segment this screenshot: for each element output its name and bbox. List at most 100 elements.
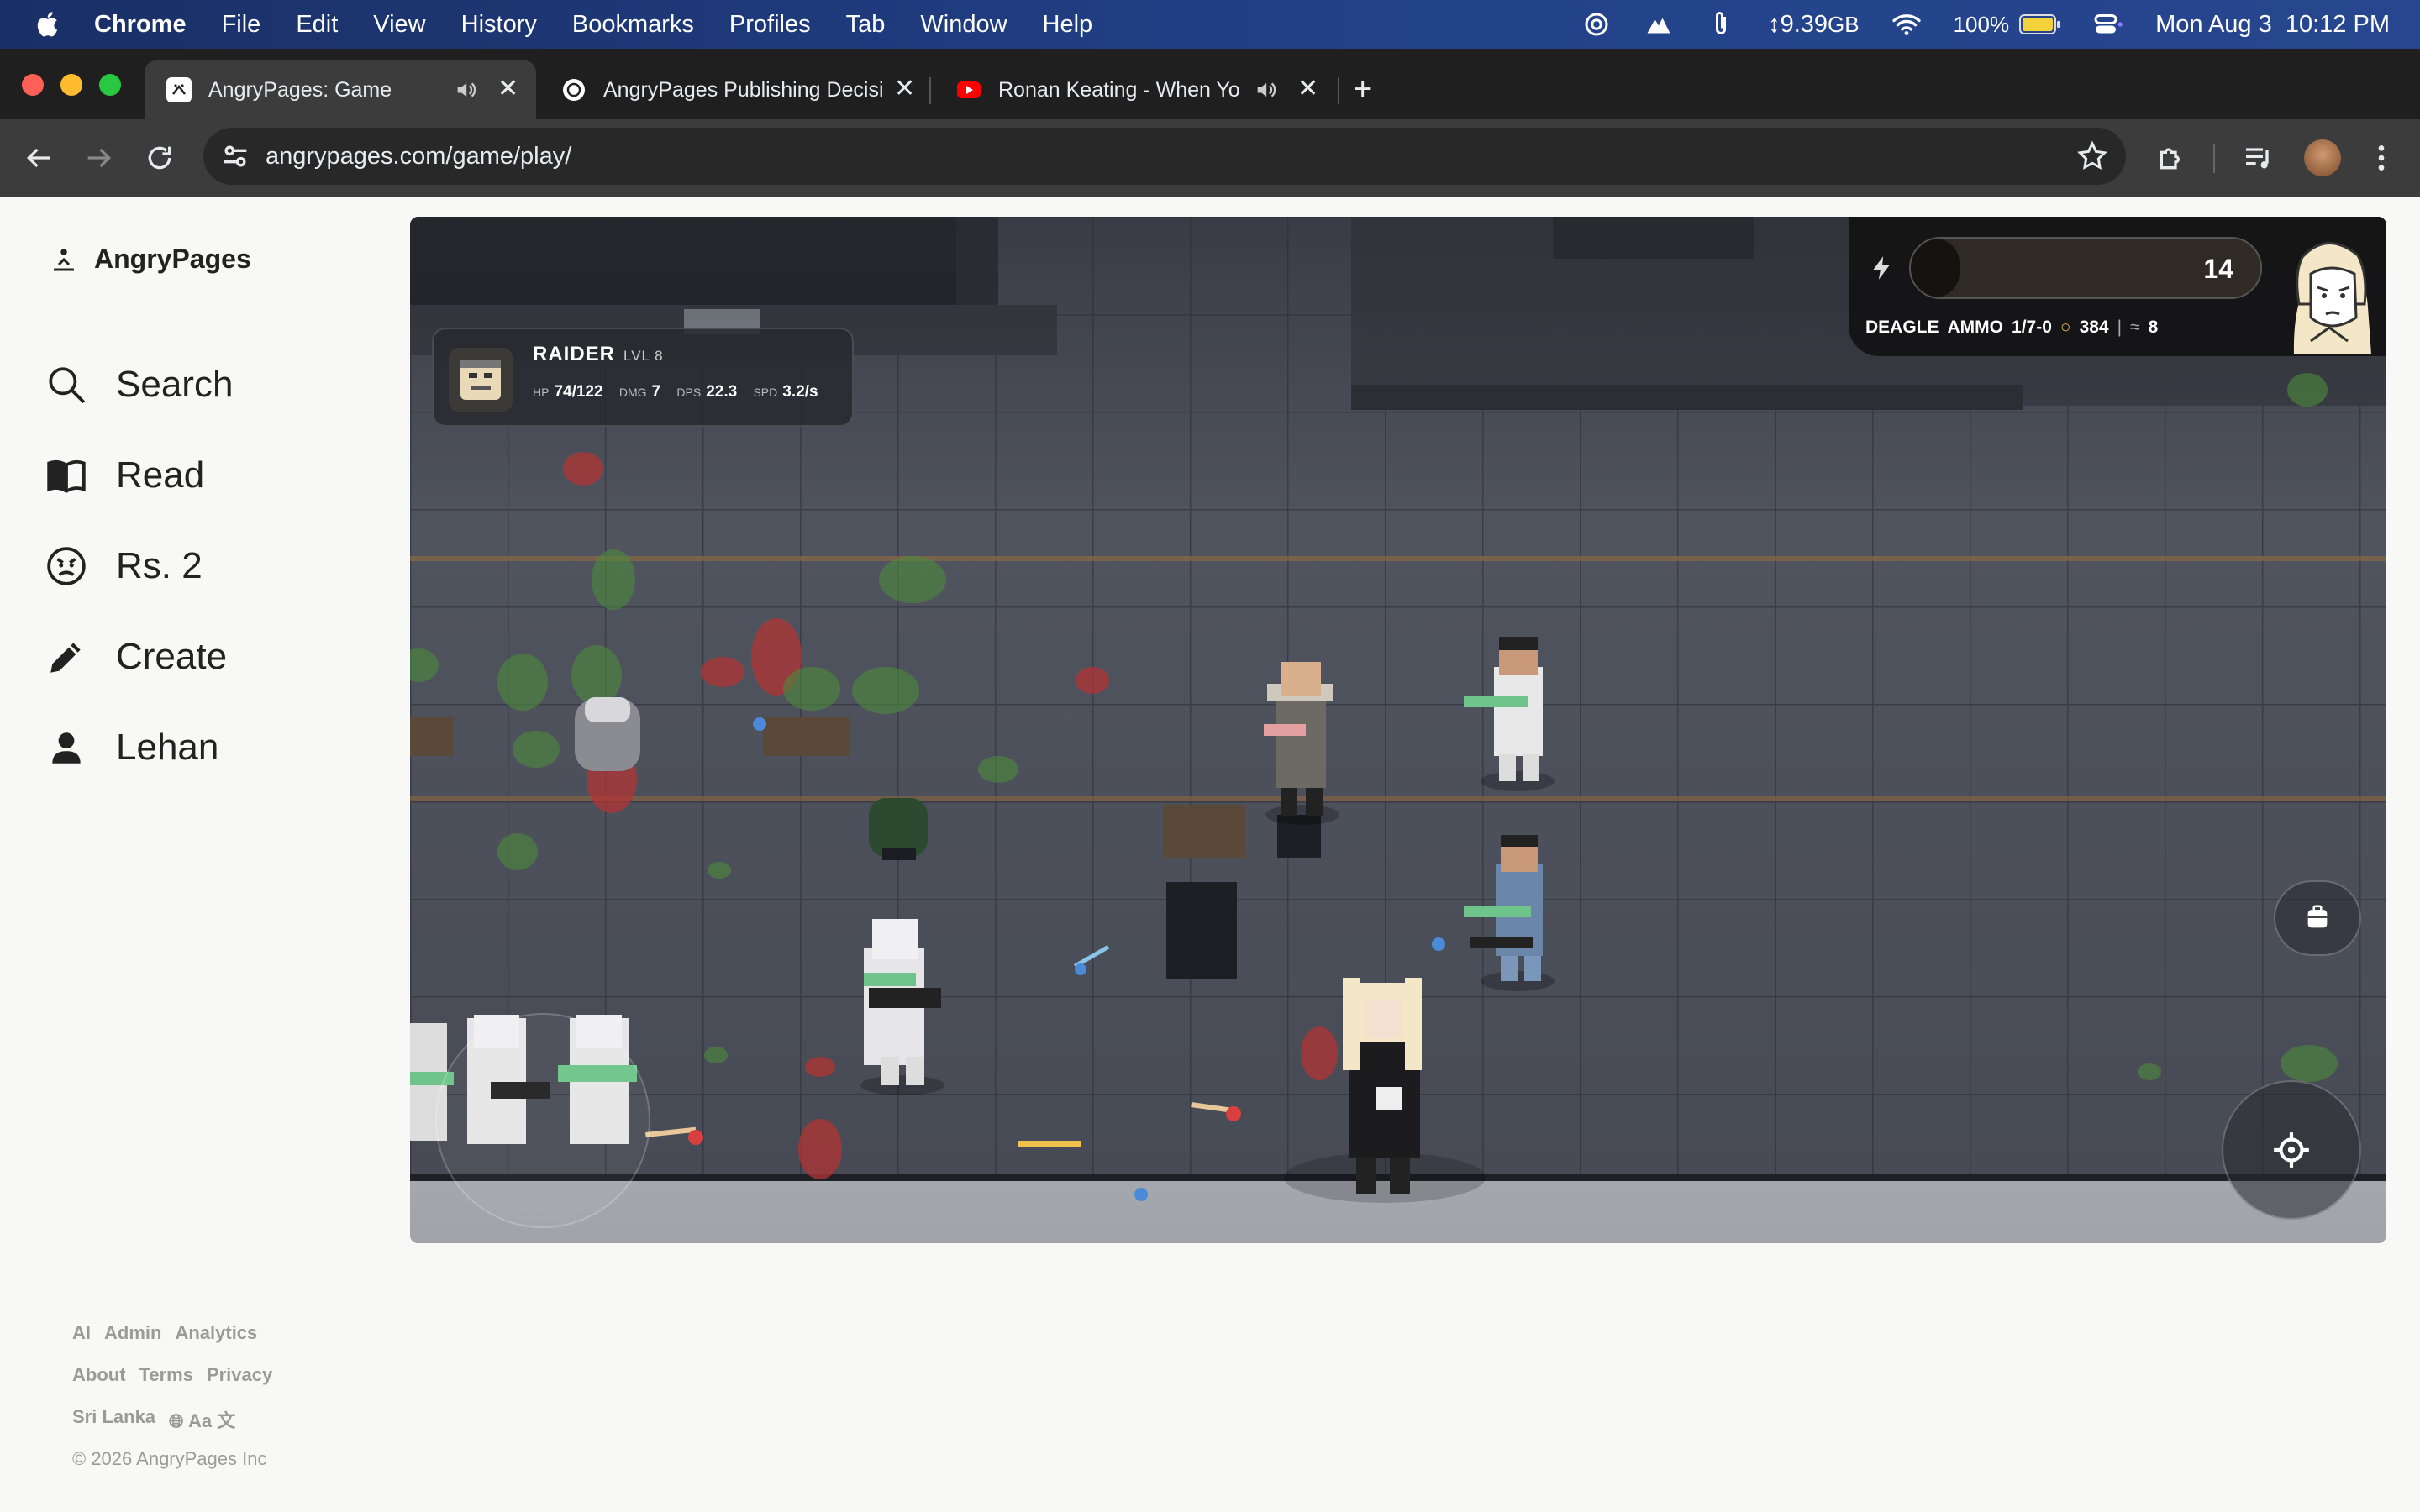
player-hud: 14 DEAGLE AMMO 1/7-0 ○ 384 | ≈ 8 [1849, 217, 2386, 356]
language-label: Aa 文 [187, 1410, 236, 1431]
storage-readout[interactable]: ↕9.39GB [1768, 11, 1860, 39]
divider: | [2117, 318, 2123, 337]
address-bar[interactable]: angrypages.com/game/play/ [203, 128, 2126, 185]
sidebar-item-profile[interactable]: Lehan [45, 702, 233, 793]
minimize-window-button[interactable] [60, 74, 82, 96]
language-selector[interactable]: 🌐︎ Aa 文 [169, 1406, 235, 1433]
menu-help[interactable]: Help [1043, 11, 1093, 39]
back-arrow-icon[interactable] [22, 141, 55, 175]
zoom-window-button[interactable] [99, 74, 121, 96]
inventory-button[interactable] [2274, 880, 2361, 956]
kill-count: 8 [2148, 318, 2159, 337]
close-tab-icon[interactable]: ✕ [894, 74, 915, 103]
menu-window[interactable]: Window [920, 11, 1007, 39]
menu-view[interactable]: View [373, 11, 425, 39]
copyright: © 2026 AngryPages Inc [72, 1448, 267, 1469]
wifi-icon[interactable] [1891, 9, 1922, 39]
menu-history[interactable]: History [461, 11, 537, 39]
profile-avatar[interactable] [2304, 139, 2341, 176]
target-stat-card: RAIDER LVL 8 HP 74/122 DMG 7 DPS 22.3 SPD 3.2… [432, 328, 854, 427]
footer-links-row2: About Terms Privacy [72, 1364, 272, 1386]
sidebar-item-rs[interactable]: Rs. 2 [45, 521, 233, 612]
footer-link-analytics[interactable]: Analytics [175, 1322, 257, 1344]
sidebar-item-read[interactable]: Read [45, 430, 233, 521]
tab-angrypages-game[interactable]: AngryPages: Game ✕ [145, 60, 536, 119]
target-name: RAIDER [533, 343, 616, 365]
footer-links-row1: AI Admin Analytics [72, 1322, 257, 1344]
reload-icon[interactable] [143, 141, 176, 175]
menu-bookmarks[interactable]: Bookmarks [572, 11, 694, 39]
extensions-puzzle-icon[interactable] [2154, 141, 2188, 175]
angry-logo-icon [54, 248, 74, 270]
battery-icon[interactable] [2019, 13, 2061, 35]
ammo-label: AMMO [1947, 318, 2004, 337]
globe-icon: 🌐︎ [169, 1410, 184, 1431]
sidebar-item-search[interactable]: Search [45, 339, 233, 430]
menu-file[interactable]: File [222, 11, 261, 39]
bookmark-star-icon[interactable] [2075, 139, 2109, 173]
battery-percent[interactable]: 100% [1954, 12, 2010, 38]
clock[interactable]: Mon Aug 3 10:12 PM [2155, 11, 2390, 39]
forward-arrow-icon[interactable] [82, 141, 116, 175]
tab-publishing-decisions[interactable]: AngryPages Publishing Decisi ✕ [539, 60, 926, 119]
tab-ronan-keating[interactable]: Ronan Keating - When Yo ✕ [934, 60, 1329, 119]
close-window-button[interactable] [22, 74, 44, 96]
footer-link-terms[interactable]: Terms [139, 1364, 193, 1386]
kebab-menu-icon[interactable] [2365, 141, 2398, 175]
lightning-bolt-icon [1873, 256, 1890, 280]
tab-strip: AngryPages: Game ✕ AngryPages Publishing… [0, 49, 2420, 119]
target-name-row: RAIDER LVL 8 [533, 343, 664, 366]
sidebar-item-create[interactable]: Create [45, 612, 233, 702]
player-portrait-icon [2293, 242, 2371, 354]
stat-dps: 22.3 [706, 383, 738, 401]
footer-link-privacy[interactable]: Privacy [207, 1364, 272, 1386]
footer-link-admin[interactable]: Admin [104, 1322, 161, 1344]
control-center-icon[interactable] [2093, 9, 2123, 39]
movement-joystick[interactable] [435, 1013, 650, 1228]
mountain-icon[interactable] [1644, 9, 1674, 39]
menu-profiles[interactable]: Profiles [729, 11, 811, 39]
sidebar-item-label: Lehan [116, 727, 219, 768]
backpack-icon [2307, 905, 2328, 928]
close-tab-icon[interactable]: ✕ [497, 74, 518, 103]
new-tab-button[interactable]: + [1353, 72, 1372, 106]
speaker-icon[interactable] [454, 78, 477, 102]
book-icon [47, 459, 86, 493]
footer-link-ai[interactable]: AI [72, 1322, 91, 1344]
angrypages-favicon-icon [166, 77, 192, 102]
enemy-ghost [575, 697, 640, 771]
stat-key: SPD [753, 386, 778, 399]
close-tab-icon[interactable]: ✕ [1297, 74, 1318, 103]
enemy-dark-helmet [869, 798, 928, 860]
storage-value: 9.39 [1780, 10, 1828, 38]
target-level: LVL 8 [623, 348, 664, 364]
aim-button[interactable] [2222, 1080, 2361, 1220]
brand-logo[interactable]: AngryPages [49, 244, 251, 275]
stat-spd: 3.2/s [782, 383, 818, 401]
menu-app-chrome[interactable]: Chrome [94, 11, 187, 39]
footer-locale-row: Sri Lanka 🌐︎ Aa 文 [72, 1406, 235, 1433]
paperclip-icon[interactable] [1706, 9, 1736, 39]
apple-logo-icon[interactable] [34, 9, 64, 39]
kills-icon: ≈ [2130, 318, 2140, 337]
region-link[interactable]: Sri Lanka [72, 1406, 155, 1433]
site-settings-icon[interactable] [218, 139, 252, 173]
browser-toolbar: angrypages.com/game/play/ [0, 119, 2420, 197]
speaker-icon[interactable] [1254, 78, 1277, 102]
footer-link-about[interactable]: About [72, 1364, 126, 1386]
game-canvas[interactable]: RAIDER LVL 8 HP 74/122 DMG 7 DPS 22.3 SPD 3.2… [410, 217, 2386, 1243]
stat-key: DPS [676, 386, 702, 399]
crosshair-icon [2274, 1132, 2309, 1168]
menu-edit[interactable]: Edit [296, 11, 338, 39]
sidebar-item-label: Rs. 2 [116, 545, 203, 586]
coin-count: 384 [2079, 318, 2109, 337]
stat-hp: 74/122 [554, 383, 603, 401]
openai-favicon-icon [563, 79, 585, 101]
sidebar-item-label: Create [116, 636, 228, 677]
tab-title: AngryPages Publishing Decisi [603, 77, 884, 102]
openai-icon[interactable] [1581, 9, 1612, 39]
sidebar-nav: Search Read Rs. 2 Create Lehan [45, 339, 233, 793]
brand-name: AngryPages [94, 244, 251, 274]
menu-tab[interactable]: Tab [846, 11, 886, 39]
media-controls-icon[interactable] [2242, 141, 2275, 175]
